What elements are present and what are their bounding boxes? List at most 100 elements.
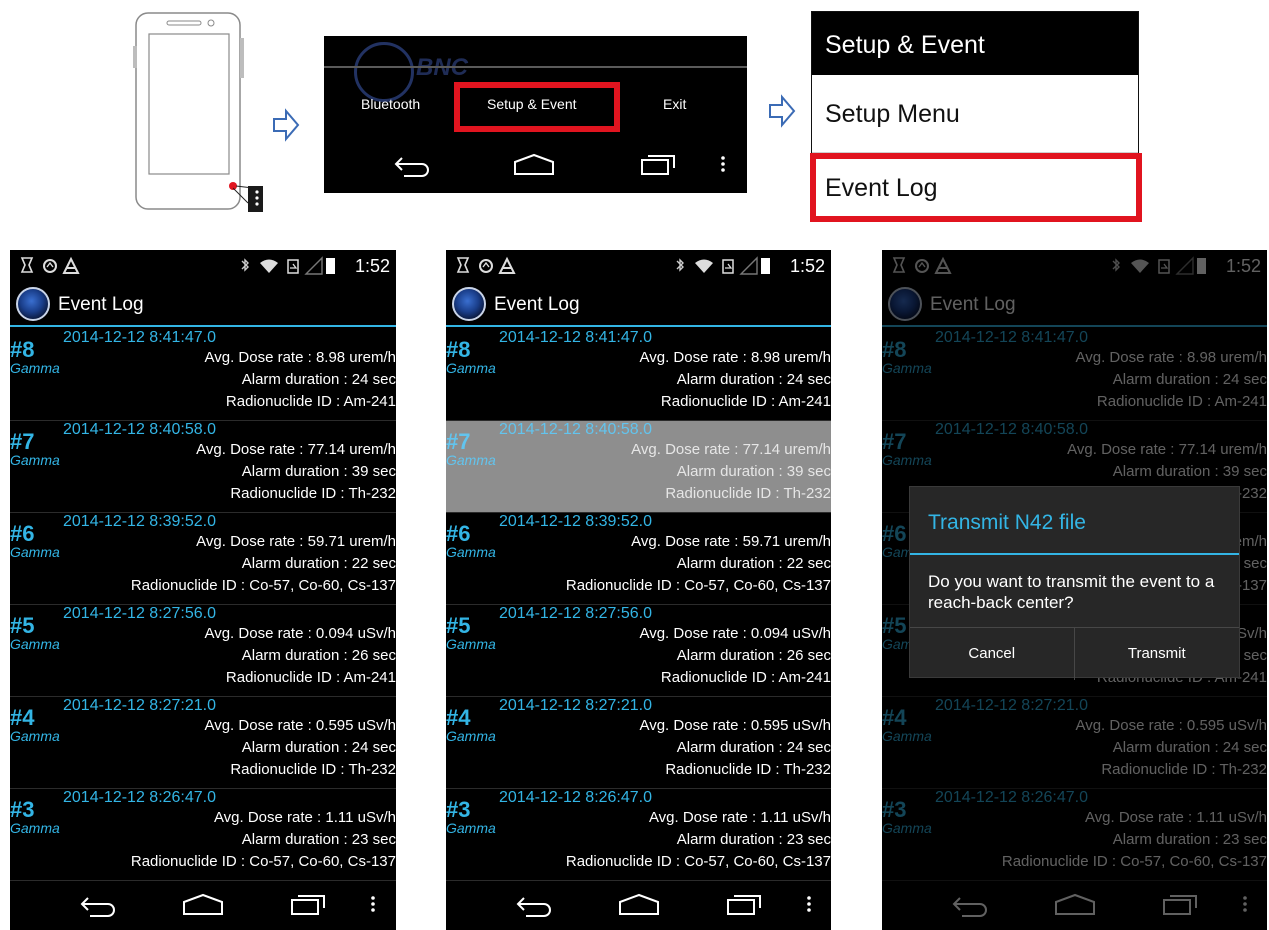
event-type: Gamma bbox=[446, 452, 496, 468]
event-type: Gamma bbox=[10, 452, 60, 468]
event-dose-rate: Avg. Dose rate : 77.14 urem/h bbox=[196, 441, 396, 458]
event-radionuclide: Radionuclide ID : Co-57, Co-60, Cs-137 bbox=[130, 853, 396, 870]
event-alarm-duration: Alarm duration : 24 sec bbox=[676, 371, 831, 388]
event-radionuclide: Radionuclide ID : Th-232 bbox=[230, 485, 396, 502]
event-row[interactable]: #5 Gamma 2014-12-12 8:27:56.0 Avg. Dose … bbox=[446, 605, 831, 697]
event-dose-rate: Avg. Dose rate : 0.595 uSv/h bbox=[204, 717, 396, 734]
event-datetime: 2014-12-12 8:27:56.0 bbox=[63, 605, 217, 622]
event-list: #8 Gamma 2014-12-12 8:41:47.0 Avg. Dose … bbox=[10, 329, 396, 881]
transmit-dialog: Transmit N42 file Do you want to transmi… bbox=[909, 486, 1240, 680]
event-datetime: 2014-12-12 8:27:21.0 bbox=[63, 697, 217, 714]
event-type: Gamma bbox=[446, 820, 496, 836]
event-type: Gamma bbox=[10, 728, 60, 744]
event-log-screen-3: 1:52 Event Log #8 Gamma 2014-12-12 8:41:… bbox=[882, 250, 1267, 930]
bnc-logo-text: BNC bbox=[416, 54, 468, 81]
event-dose-rate: Avg. Dose rate : 0.595 uSv/h bbox=[639, 717, 831, 734]
menu-header: Setup & Event bbox=[812, 12, 1138, 75]
clock-text: 1:52 bbox=[789, 256, 825, 276]
recents-icon[interactable] bbox=[638, 152, 678, 178]
highlight-box bbox=[810, 153, 1142, 222]
event-datetime: 2014-12-12 8:39:52.0 bbox=[63, 513, 217, 530]
event-row[interactable]: #7 Gamma 2014-12-12 8:40:58.0 Avg. Dose … bbox=[10, 421, 396, 513]
event-type: Gamma bbox=[10, 544, 60, 560]
dialog-message: Do you want to transmit the event to a r… bbox=[928, 572, 1215, 612]
event-list: #8 Gamma 2014-12-12 8:41:47.0 Avg. Dose … bbox=[446, 329, 831, 881]
back-icon[interactable] bbox=[514, 892, 554, 918]
event-radionuclide: Radionuclide ID : Th-232 bbox=[665, 485, 831, 502]
event-row[interactable]: #8 Gamma 2014-12-12 8:41:47.0 Avg. Dose … bbox=[446, 329, 831, 421]
app-logo-icon[interactable] bbox=[16, 287, 50, 321]
event-dose-rate: Avg. Dose rate : 8.98 urem/h bbox=[639, 349, 832, 366]
event-row[interactable]: #6 Gamma 2014-12-12 8:39:52.0 Avg. Dose … bbox=[10, 513, 396, 605]
event-row[interactable]: #7 Gamma 2014-12-12 8:40:58.0 Avg. Dose … bbox=[446, 421, 831, 513]
screen-title: Event Log bbox=[58, 294, 144, 315]
system-status-icons bbox=[676, 256, 770, 275]
event-datetime: 2014-12-12 8:41:47.0 bbox=[63, 329, 217, 346]
event-log-screen-1: 1:52 Event Log #8 Gamma 2014-12-12 8:41:… bbox=[10, 250, 396, 930]
home-icon[interactable] bbox=[512, 152, 556, 178]
event-row[interactable]: #5 Gamma 2014-12-12 8:27:56.0 Avg. Dose … bbox=[10, 605, 396, 697]
event-alarm-duration: Alarm duration : 24 sec bbox=[241, 739, 396, 756]
event-row[interactable]: #6 Gamma 2014-12-12 8:39:52.0 Avg. Dose … bbox=[446, 513, 831, 605]
recents-icon[interactable] bbox=[724, 892, 764, 918]
event-alarm-duration: Alarm duration : 24 sec bbox=[241, 371, 396, 388]
home-icon[interactable] bbox=[181, 892, 225, 918]
event-datetime: 2014-12-12 8:27:21.0 bbox=[499, 697, 653, 714]
event-alarm-duration: Alarm duration : 22 sec bbox=[241, 555, 396, 572]
notification-icons bbox=[20, 256, 80, 274]
event-row[interactable]: #8 Gamma 2014-12-12 8:41:47.0 Avg. Dose … bbox=[10, 329, 396, 421]
transmit-button[interactable]: Transmit bbox=[1075, 628, 1240, 680]
event-type: Gamma bbox=[10, 360, 60, 376]
status-bar: 1:52 bbox=[446, 250, 831, 283]
action-bar: Event Log bbox=[10, 283, 396, 327]
clock-text: 1:52 bbox=[354, 256, 390, 276]
setup-menu-item[interactable]: Setup Menu bbox=[825, 100, 960, 129]
home-icon[interactable] bbox=[617, 892, 661, 918]
event-radionuclide: Radionuclide ID : Th-232 bbox=[230, 761, 396, 778]
overflow-menu-icon[interactable] bbox=[368, 892, 378, 918]
event-row[interactable]: #4 Gamma 2014-12-12 8:27:21.0 Avg. Dose … bbox=[10, 697, 396, 789]
event-datetime: 2014-12-12 8:40:58.0 bbox=[63, 421, 217, 438]
event-row[interactable]: #4 Gamma 2014-12-12 8:27:21.0 Avg. Dose … bbox=[446, 697, 831, 789]
bluetooth-menu-item[interactable]: Bluetooth bbox=[361, 96, 420, 112]
event-datetime: 2014-12-12 8:26:47.0 bbox=[499, 789, 653, 806]
overflow-menu-icon[interactable] bbox=[804, 892, 814, 918]
event-type: Gamma bbox=[10, 636, 60, 652]
event-type: Gamma bbox=[10, 820, 60, 836]
cancel-button[interactable]: Cancel bbox=[910, 628, 1075, 680]
event-alarm-duration: Alarm duration : 22 sec bbox=[676, 555, 831, 572]
event-type: Gamma bbox=[446, 728, 496, 744]
event-dose-rate: Avg. Dose rate : 1.11 uSv/h bbox=[648, 809, 831, 826]
event-dose-rate: Avg. Dose rate : 59.71 urem/h bbox=[631, 533, 831, 550]
back-icon[interactable] bbox=[78, 892, 118, 918]
event-alarm-duration: Alarm duration : 39 sec bbox=[241, 463, 396, 480]
event-radionuclide: Radionuclide ID : Th-232 bbox=[665, 761, 831, 778]
dialog-title: Transmit N42 file bbox=[928, 511, 1086, 534]
exit-menu-item[interactable]: Exit bbox=[663, 96, 686, 112]
action-bar: Event Log bbox=[446, 283, 831, 327]
phone-sketch-illustration bbox=[133, 12, 263, 212]
event-datetime: 2014-12-12 8:27:56.0 bbox=[499, 605, 653, 622]
event-alarm-duration: Alarm duration : 26 sec bbox=[676, 647, 831, 664]
overflow-menu-icon[interactable] bbox=[718, 152, 728, 178]
event-dose-rate: Avg. Dose rate : 0.094 uSv/h bbox=[204, 625, 396, 642]
event-row[interactable]: #3 Gamma 2014-12-12 8:26:47.0 Avg. Dose … bbox=[10, 789, 396, 881]
app-logo-icon[interactable] bbox=[452, 287, 486, 321]
bnc-logo-ring bbox=[354, 42, 414, 102]
nav-bar bbox=[10, 878, 396, 930]
event-type: Gamma bbox=[446, 636, 496, 652]
event-alarm-duration: Alarm duration : 23 sec bbox=[241, 831, 396, 848]
event-alarm-duration: Alarm duration : 26 sec bbox=[241, 647, 396, 664]
event-radionuclide: Radionuclide ID : Am-241 bbox=[225, 669, 396, 686]
step-arrow-icon bbox=[273, 108, 300, 142]
event-row[interactable]: #3 Gamma 2014-12-12 8:26:47.0 Avg. Dose … bbox=[446, 789, 831, 881]
back-icon[interactable] bbox=[392, 152, 432, 178]
event-radionuclide: Radionuclide ID : Am-241 bbox=[225, 393, 396, 410]
event-radionuclide: Radionuclide ID : Co-57, Co-60, Cs-137 bbox=[565, 853, 831, 870]
event-log-screen-2: 1:52 Event Log #8 Gamma 2014-12-12 8:41:… bbox=[446, 250, 831, 930]
nav-bar bbox=[446, 878, 831, 930]
event-radionuclide: Radionuclide ID : Am-241 bbox=[660, 393, 831, 410]
event-radionuclide: Radionuclide ID : Co-57, Co-60, Cs-137 bbox=[130, 577, 396, 594]
overflow-popup-screenshot: BNC Bluetooth Setup & Event Exit bbox=[324, 36, 747, 193]
recents-icon[interactable] bbox=[288, 892, 328, 918]
